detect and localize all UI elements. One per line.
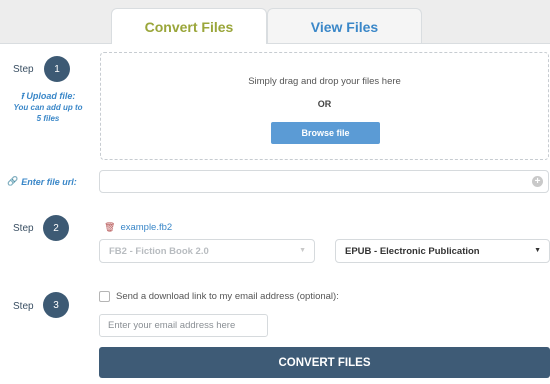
email-checkbox-label: Send a download link to my email address… <box>116 291 339 302</box>
step-1-number: 1 <box>44 56 70 82</box>
trash-icon[interactable]: 🗑 <box>104 222 115 233</box>
upload-icon: ⭱ <box>20 91 24 101</box>
file-url-input[interactable]: + <box>99 170 549 193</box>
file-url-label-text: Enter file url: <box>21 176 77 187</box>
add-url-icon[interactable]: + <box>532 176 543 187</box>
file-dropzone[interactable]: Simply drag and drop your files here OR … <box>100 52 549 160</box>
upload-note-line2: 5 files <box>36 114 60 123</box>
source-format-select[interactable]: FB2 - Fiction Book 2.0 ▼ <box>99 239 315 263</box>
email-link-checkbox[interactable] <box>99 291 110 302</box>
dropzone-instructions: Simply drag and drop your files here <box>248 76 401 87</box>
step-3-number: 3 <box>43 292 69 318</box>
step-2-label: Step <box>13 223 34 234</box>
link-icon: 🔗 <box>7 176 19 186</box>
step-3-label: Step <box>13 301 34 312</box>
step-2-number: 2 <box>43 215 69 241</box>
source-format-value: FB2 - Fiction Book 2.0 <box>109 245 209 257</box>
upload-note-line1: You can add up to <box>13 103 83 112</box>
dropzone-or: OR <box>317 99 332 109</box>
chevron-down-icon: ▼ <box>299 247 306 254</box>
email-option-row: Send a download link to my email address… <box>99 291 339 302</box>
convert-files-button[interactable]: CONVERT FILES <box>99 347 550 378</box>
chevron-down-icon: ▼ <box>534 247 541 254</box>
tab-view-files[interactable]: View Files <box>267 8 422 44</box>
step-1-label: Step <box>13 64 34 75</box>
tab-divider <box>0 43 550 44</box>
upload-file-label: ⭱ Upload file: You can add up to 5 files <box>6 91 90 124</box>
uploaded-file-row: 🗑 example.fb2 <box>104 222 172 233</box>
uploaded-file-name[interactable]: example.fb2 <box>120 222 172 233</box>
browse-file-button[interactable]: Browse file <box>271 122 380 144</box>
email-address-input[interactable] <box>99 314 268 337</box>
tab-convert-files[interactable]: Convert Files <box>111 8 267 44</box>
upload-title: Upload file: <box>26 91 76 101</box>
target-format-value: EPUB - Electronic Publication <box>345 245 480 257</box>
file-url-label: 🔗 Enter file url: <box>7 176 77 187</box>
target-format-select[interactable]: EPUB - Electronic Publication ▼ <box>335 239 550 263</box>
